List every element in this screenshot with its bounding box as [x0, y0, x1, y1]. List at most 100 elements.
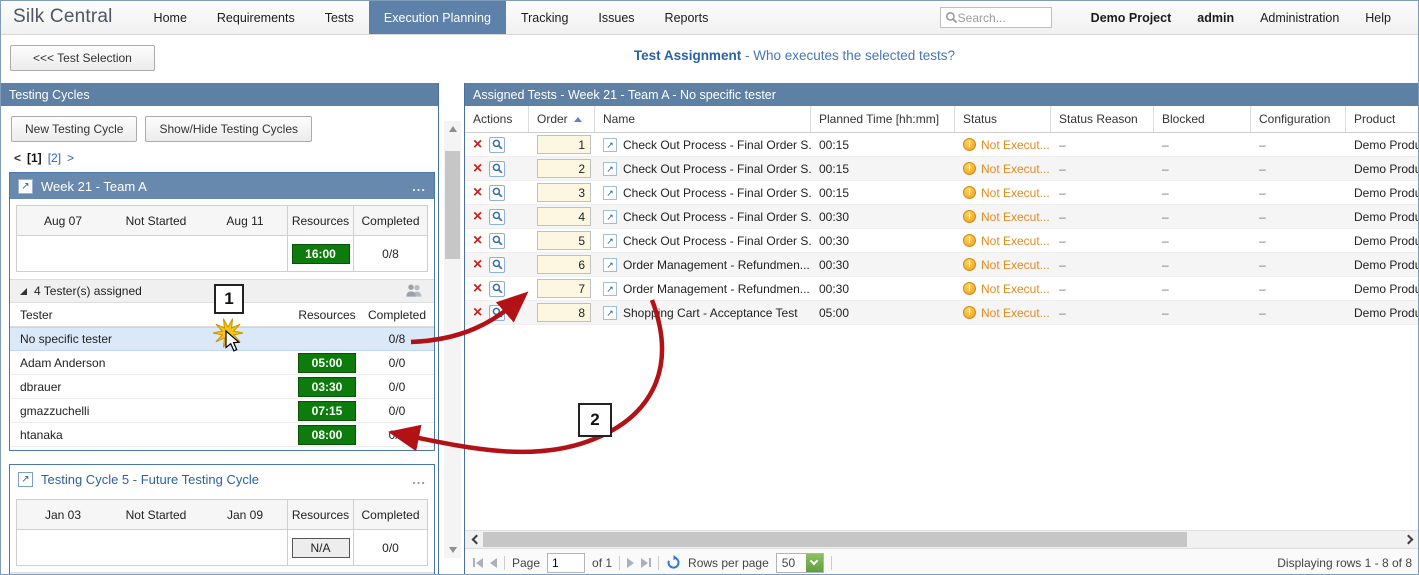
search-input[interactable] [958, 11, 1042, 25]
column-header-planned-time[interactable]: Planned Time [hh:mm] [811, 106, 955, 132]
column-header-status[interactable]: Status [955, 106, 1051, 132]
search-box[interactable] [940, 7, 1052, 28]
open-cycle-icon[interactable]: ↗ [18, 472, 33, 487]
column-header-status-reason[interactable]: Status Reason [1051, 106, 1154, 132]
open-test-icon[interactable]: ↗ [603, 162, 617, 176]
new-testing-cycle-button[interactable]: New Testing Cycle [11, 116, 137, 142]
first-page-button[interactable] [473, 558, 483, 568]
tester-row[interactable]: Adam Anderson 05:00 0/0 [10, 351, 434, 375]
cycle-card-header[interactable]: ↗ Week 21 - Team A ... [10, 173, 434, 199]
vertical-scrollbar[interactable] [444, 121, 461, 558]
column-header-actions[interactable]: Actions [465, 106, 529, 132]
scroll-right-button[interactable] [1402, 531, 1418, 548]
help-link[interactable]: Help [1352, 11, 1404, 25]
test-name[interactable]: Order Management - Refundmen... [623, 282, 810, 296]
show-hide-testing-cycles-button[interactable]: Show/Hide Testing Cycles [145, 116, 312, 142]
remove-test-icon[interactable]: × [473, 186, 482, 200]
tester-row[interactable]: dbrauer 03:30 0/0 [10, 375, 434, 399]
test-row[interactable]: × ↗Check Out Process - Final Order S... … [465, 205, 1419, 229]
nav-item[interactable]: Execution Planning [369, 1, 506, 34]
test-row[interactable]: × ↗Check Out Process - Final Order S... … [465, 133, 1419, 157]
test-selection-button[interactable]: <<< Test Selection [10, 45, 155, 71]
order-input[interactable] [537, 231, 591, 250]
test-name[interactable]: Order Management - Refundmen... [623, 258, 810, 272]
order-input[interactable] [537, 135, 591, 154]
scroll-up-button[interactable] [444, 121, 461, 137]
column-header-blocked[interactable]: Blocked [1154, 106, 1251, 132]
tester-row[interactable]: No specific tester 0/8 [10, 327, 434, 351]
refresh-icon[interactable] [666, 555, 681, 570]
open-test-icon[interactable]: ↗ [603, 258, 617, 272]
next-page-button[interactable] [627, 558, 634, 568]
inspect-test-icon[interactable] [489, 257, 505, 273]
remove-test-icon[interactable]: × [473, 306, 482, 320]
order-input[interactable] [537, 279, 591, 298]
scroll-left-button[interactable] [467, 531, 483, 548]
vertical-scrollbar-thumb[interactable] [445, 151, 460, 259]
previous-page-button[interactable] [490, 558, 497, 568]
cycles-pager-page-1[interactable]: [1] [27, 151, 42, 165]
inspect-test-icon[interactable] [489, 233, 505, 249]
test-name[interactable]: Check Out Process - Final Order S... [623, 186, 811, 200]
cycle-menu-button[interactable]: ... [412, 472, 426, 487]
cycle-card-header[interactable]: ↗ Testing Cycle 5 - Future Testing Cycle… [10, 465, 434, 493]
scroll-down-button[interactable] [444, 542, 461, 558]
open-cycle-icon[interactable]: ↗ [18, 179, 33, 194]
order-input[interactable] [537, 159, 591, 178]
nav-item[interactable]: Requirements [202, 1, 310, 34]
column-header-configuration[interactable]: Configuration [1251, 106, 1346, 132]
test-row[interactable]: × ↗Order Management - Refundmen... 00:30… [465, 253, 1419, 277]
nav-item[interactable]: Home [139, 1, 202, 34]
remove-test-icon[interactable]: × [473, 210, 482, 224]
project-selector[interactable]: Demo Project [1078, 11, 1185, 25]
remove-test-icon[interactable]: × [473, 234, 482, 248]
open-test-icon[interactable]: ↗ [603, 186, 617, 200]
test-name[interactable]: Check Out Process - Final Order S... [623, 210, 811, 224]
remove-test-icon[interactable]: × [473, 258, 482, 272]
test-name[interactable]: Check Out Process - Final Order S... [623, 162, 811, 176]
open-test-icon[interactable]: ↗ [603, 234, 617, 248]
test-row[interactable]: × ↗Check Out Process - Final Order S... … [465, 229, 1419, 253]
testers-assigned-header[interactable]: 4 Tester(s) assigned [10, 279, 434, 303]
tester-row[interactable]: htanaka 08:00 0/0 [10, 423, 434, 447]
collapse-triangle-icon[interactable] [20, 288, 27, 295]
dropdown-button[interactable] [806, 554, 823, 572]
open-test-icon[interactable]: ↗ [603, 282, 617, 296]
cycle-menu-button[interactable]: ... [412, 179, 426, 194]
open-test-icon[interactable]: ↗ [603, 138, 617, 152]
inspect-test-icon[interactable] [489, 305, 505, 321]
inspect-test-icon[interactable] [489, 209, 505, 225]
column-header-product[interactable]: Product [1346, 106, 1419, 132]
test-row[interactable]: × ↗Check Out Process - Final Order S... … [465, 181, 1419, 205]
remove-test-icon[interactable]: × [473, 282, 482, 296]
inspect-test-icon[interactable] [489, 281, 505, 297]
test-name[interactable]: Check Out Process - Final Order S... [623, 234, 811, 248]
user-menu[interactable]: admin [1184, 11, 1247, 25]
nav-item[interactable]: Tests [310, 1, 369, 34]
order-input[interactable] [537, 303, 591, 322]
test-name[interactable]: Check Out Process - Final Order S... [623, 138, 811, 152]
horizontal-scrollbar-thumb[interactable] [483, 532, 1187, 547]
administration-link[interactable]: Administration [1247, 11, 1352, 25]
nav-item[interactable]: Reports [650, 1, 724, 34]
nav-item[interactable]: Tracking [506, 1, 583, 34]
open-test-icon[interactable]: ↗ [603, 210, 617, 224]
test-row[interactable]: × ↗Check Out Process - Final Order S... … [465, 157, 1419, 181]
cycles-pager-next[interactable]: > [67, 151, 74, 165]
nav-item[interactable]: Issues [583, 1, 649, 34]
page-number-input[interactable] [547, 553, 585, 573]
horizontal-scrollbar[interactable] [465, 530, 1419, 548]
remove-test-icon[interactable]: × [473, 138, 482, 152]
order-input[interactable] [537, 207, 591, 226]
test-name[interactable]: Shopping Cart - Acceptance Test [623, 306, 798, 320]
cycles-pager-prev[interactable]: < [14, 151, 21, 165]
cycles-pager-page-2[interactable]: [2] [48, 151, 61, 165]
last-page-button[interactable] [641, 558, 651, 568]
remove-test-icon[interactable]: × [473, 162, 482, 176]
order-input[interactable] [537, 183, 591, 202]
tester-row[interactable]: gmazzuchelli 07:15 0/0 [10, 399, 434, 423]
test-row[interactable]: × ↗Shopping Cart - Acceptance Test 05:00… [465, 301, 1419, 325]
rows-per-page-select[interactable]: 50 [776, 553, 824, 573]
open-test-icon[interactable]: ↗ [603, 306, 617, 320]
inspect-test-icon[interactable] [489, 137, 505, 153]
